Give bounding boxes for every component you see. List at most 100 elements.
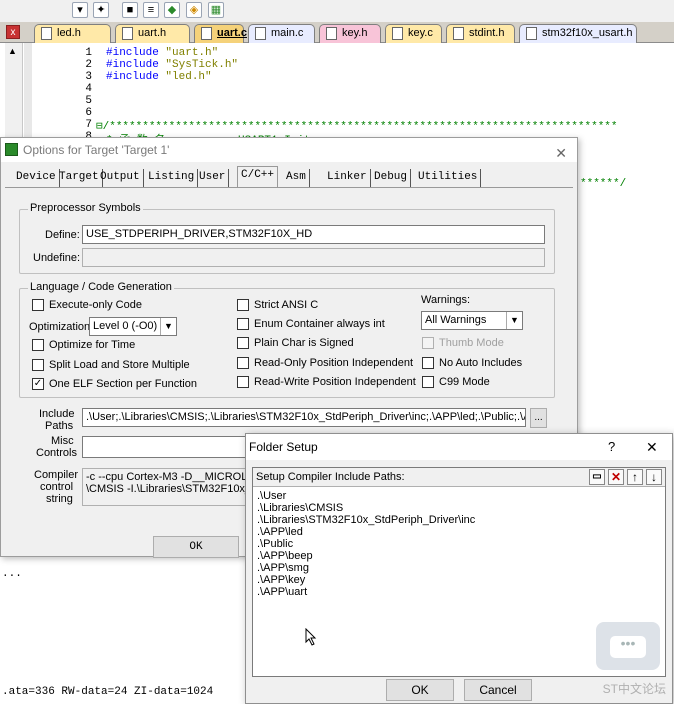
include-paths-input[interactable]: .\User;.\Libraries\CMSIS;.\Libraries\STM… [82,408,526,427]
optimization-value: Level 0 (-O0) [93,320,158,332]
scroll-up-icon[interactable]: ▲ [8,46,17,56]
editor-tab[interactable]: led.h [34,24,111,43]
c99-mode-label: C99 Mode [439,376,490,388]
preprocessor-group-title: Preprocessor Symbols [28,202,143,214]
editor-scrollbar[interactable]: ▲ [5,43,23,143]
warnings-value: All Warnings [425,314,487,326]
plain-char-checkbox[interactable] [237,337,249,349]
strict-ansi-checkbox[interactable] [237,299,249,311]
delete-icon[interactable]: ✕ [608,469,624,485]
editor-tab[interactable]: uart.h [115,24,190,43]
include-path-item[interactable]: .\APP\uart [257,586,307,598]
one-elf-checkbox[interactable]: ✓ [32,378,44,390]
chat-bubble-icon: ••• [596,622,660,670]
warnings-select[interactable]: All Warnings ▼ [421,311,523,330]
include-paths-list-header: Setup Compiler Include Paths: ▭ ✕ ↑ ↓ [253,468,665,487]
include-paths-label-1: Include [39,408,75,420]
tab-target[interactable]: Target [56,169,103,187]
string-literal: "led.h" [165,71,212,83]
line-number: 4 [85,83,92,95]
line-number: 5 [85,95,92,107]
editor-tab[interactable]: stdint.h [446,24,515,43]
move-down-icon[interactable]: ↓ [646,469,662,485]
tab-asm[interactable]: Asm [283,169,310,187]
tab-user[interactable]: User [196,169,230,187]
preprocessor-directive: #include [106,59,166,71]
ro-pi-checkbox[interactable] [237,357,249,369]
misc-controls-input[interactable] [82,436,252,458]
manage-project-icon[interactable]: ■ [122,2,138,18]
editor-tab[interactable]: main.c [248,24,315,43]
code-line: #include "uart.h" [106,47,218,59]
tab-device[interactable]: Device [13,169,60,187]
compiler-label-3: string [46,493,73,505]
dropdown-icon[interactable]: ▾ [72,2,88,18]
editor-tab-label: stm32f10x_usart.h [542,27,633,39]
string-literal: "uart.h" [165,47,219,59]
editor-tab-label: key.h [342,27,368,39]
enum-container-checkbox[interactable] [237,318,249,330]
editor-tab[interactable]: key.h [319,24,381,43]
new-folder-icon[interactable]: ▭ [589,469,605,485]
language-group-title: Language / Code Generation [28,281,174,293]
file-icon [201,27,212,40]
include-path-item[interactable]: .\Libraries\STM32F10x_StdPeriph_Driver\i… [257,514,475,526]
split-load-label: Split Load and Store Multiple [49,359,190,371]
enum-container-label: Enum Container always int [254,318,385,330]
execute-only-label: Execute-only Code [49,299,142,311]
books-icon[interactable]: ▦ [208,2,224,18]
cancel-button[interactable]: Cancel [464,679,532,701]
editor-tab[interactable]: stm32f10x_usart.h [519,24,637,43]
editor-tab[interactable]: uart.c [194,24,247,43]
app-icon [5,143,18,156]
include-path-item[interactable]: .\APP\key [257,574,305,586]
code-line: #include "led.h" [106,71,212,83]
tab-utilities[interactable]: Utilities [415,169,482,187]
include-path-item[interactable]: .\Libraries\CMSIS [257,502,343,514]
tab-debug[interactable]: Debug [371,169,412,187]
include-path-item[interactable]: .\User [257,490,286,502]
magic-wand-icon[interactable]: ✦ [93,2,109,18]
include-path-item[interactable]: .\Public [257,538,293,550]
folder-setup-titlebar[interactable]: Folder Setup ? ✕ [246,434,672,460]
tab-c-c-[interactable]: C/C++ [237,166,279,188]
execute-only-checkbox[interactable] [32,299,44,311]
close-icon[interactable]: ✕ [555,141,567,165]
include-path-item[interactable]: .\APP\smg [257,562,309,574]
thumb-mode-checkbox[interactable] [422,337,434,349]
editor-tab[interactable]: key.c [385,24,442,43]
compiler-label-1: Compiler [34,469,79,481]
pack-installer-icon[interactable]: ◈ [186,2,202,18]
dialog-titlebar[interactable]: Options for Target 'Target 1' ✕ [1,138,577,162]
ok-button[interactable]: OK [153,536,239,558]
chevron-down-icon[interactable]: ▼ [506,312,522,329]
no-auto-includes-checkbox[interactable] [422,357,434,369]
move-up-icon[interactable]: ↑ [627,469,643,485]
tab-output[interactable]: Output [97,169,144,187]
ok-button[interactable]: OK [386,679,454,701]
optimization-select[interactable]: Level 0 (-O0) ▼ [89,317,177,336]
include-paths-browse-button[interactable]: ... [530,408,547,428]
comment-end: ******/ [580,178,627,190]
ro-pi-label: Read-Only Position Independent [254,357,413,369]
split-load-checkbox[interactable] [32,359,44,371]
chevron-down-icon[interactable]: ▼ [160,318,176,335]
include-path-item[interactable]: .\APP\beep [257,550,313,562]
c99-mode-checkbox[interactable] [422,376,434,388]
file-icon [526,27,537,40]
compiler-line-2: \CMSIS -I.\Libraries\STM32F10x_St [86,483,252,495]
green-diamond-icon[interactable]: ◆ [164,2,180,18]
file-extensions-icon[interactable]: ≡ [143,2,159,18]
include-path-item[interactable]: .\APP\led [257,526,303,538]
close-icon[interactable]: ✕ [646,434,658,460]
tab-linker[interactable]: Linker [324,169,371,187]
close-tab-icon[interactable]: x [6,25,20,39]
rw-pi-checkbox[interactable] [237,376,249,388]
help-icon[interactable]: ? [608,434,615,460]
define-input[interactable]: USE_STDPERIPH_DRIVER,STM32F10X_HD [82,225,545,244]
optimize-time-checkbox[interactable] [32,339,44,351]
tab-listing[interactable]: Listing [145,169,199,187]
optimization-label: Optimization: [29,321,94,333]
editor-gutter [24,43,32,143]
undefine-input[interactable] [82,248,545,267]
